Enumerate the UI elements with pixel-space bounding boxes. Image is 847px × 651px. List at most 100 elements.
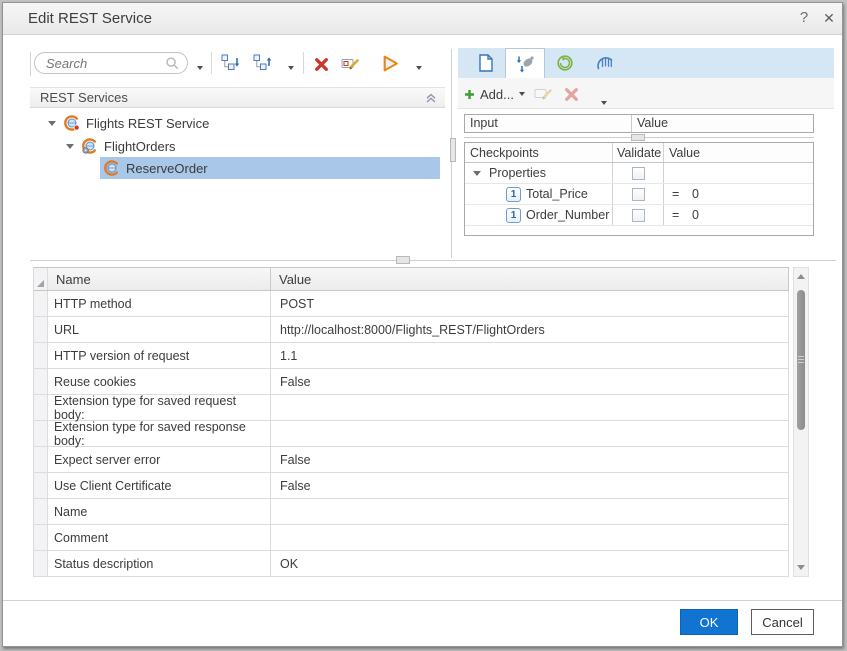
expander-icon[interactable] [473,171,481,176]
double-chevron-up-icon[interactable] [425,92,437,104]
delete-checkpoint-button[interactable] [564,87,579,107]
property-name: Name [48,499,271,524]
property-value[interactable]: False [271,473,789,498]
property-value[interactable]: False [271,369,789,394]
property-value[interactable]: OK [271,551,789,576]
toolbar-overflow-icon[interactable] [601,101,607,105]
property-value[interactable] [271,525,789,550]
property-value[interactable] [271,499,789,524]
value-column-header[interactable]: Value [271,268,789,290]
input-value-column-header[interactable]: Value [632,115,813,132]
property-name: HTTP version of request [48,343,271,368]
play-triangle-icon [381,54,400,73]
help-icon[interactable]: ? [794,3,814,33]
input-checkpoints-splitter-grip[interactable] [631,134,645,141]
ok-button[interactable]: OK [680,609,738,635]
close-icon[interactable]: ✕ [818,3,840,33]
tab-document[interactable] [466,48,505,78]
cancel-button[interactable]: Cancel [751,609,814,635]
property-row-ext-response-body: Extension type for saved response body: [34,421,789,447]
row-selector[interactable] [34,395,48,420]
tab-checkpoints[interactable] [505,48,545,78]
property-row-url: URL http://localhost:8000/Flights_REST/F… [34,317,789,343]
validate-checkbox[interactable] [632,209,645,222]
scroll-up-icon[interactable] [797,274,805,279]
rename-pencil-icon [341,56,360,73]
scrollbar-thumb[interactable] [797,290,805,430]
validate-checkbox[interactable] [632,167,645,180]
checkpoint-group-row[interactable]: Properties [465,163,813,184]
property-value[interactable] [271,421,789,446]
scroll-down-icon[interactable] [797,565,805,570]
run-button[interactable] [381,54,400,78]
tree-item-label: Flights REST Service [86,116,209,131]
name-column-header[interactable]: Name [48,268,271,290]
row-selector[interactable] [34,291,48,316]
checkpoints-column-header[interactable]: Checkpoints [465,143,613,162]
property-value[interactable]: 1.1 [271,343,789,368]
value-column-header[interactable]: Value [664,143,813,162]
add-button[interactable]: Add... [464,84,525,104]
collapse-all-icon [253,54,272,72]
checkpoints-table: Checkpoints Validate Value Properties 1 … [464,142,814,236]
checkpoint-operator: = [664,187,692,201]
checkpoint-value[interactable]: 0 [692,187,699,201]
tree-item-flights-rest-service[interactable]: Flights REST Service [48,112,209,134]
tree-item-flightorders[interactable]: FlightOrders [66,135,176,157]
row-selector[interactable] [34,317,48,342]
expander-icon[interactable] [48,121,56,126]
screenshot-stage: Edit REST Service ? ✕ [0,0,847,651]
checkpoints-icon [515,55,535,73]
checkpoint-label: Total_Price [526,187,588,201]
expand-all-button[interactable] [221,54,240,77]
vertical-splitter-grip[interactable] [450,138,456,162]
tree-item-reserveorder[interactable]: ReserveOrder [104,157,208,179]
toolbar-separator [303,52,304,74]
add-button-label: Add... [480,87,514,102]
input-column-header[interactable]: Input [465,115,632,132]
row-selector[interactable] [34,369,48,394]
row-selector[interactable] [34,499,48,524]
collapse-all-button[interactable] [253,54,272,77]
rename-button[interactable] [341,56,360,78]
rename-checkpoint-button[interactable] [534,86,553,108]
property-value[interactable]: http://localhost:8000/Flights_REST/Fligh… [271,317,789,342]
checkpoint-value[interactable]: 0 [692,208,699,222]
validate-column-header[interactable]: Validate [613,143,664,162]
run-dropdown-icon[interactable] [416,66,422,70]
validate-checkbox[interactable] [632,188,645,201]
search-input[interactable] [46,54,158,72]
checkpoint-operator: = [664,208,692,222]
expander-icon[interactable] [66,144,74,149]
property-name: HTTP method [48,291,271,316]
vertical-scrollbar[interactable] [793,267,809,577]
row-selector[interactable] [34,447,48,472]
row-selector[interactable] [34,525,48,550]
properties-table: Name Value HTTP method POST URL http://l… [33,267,789,577]
checkpoint-row-order-number[interactable]: 1 Order_Number = 0 [465,205,813,226]
toolbar-grip [30,52,31,76]
number-type-icon: 1 [506,208,521,223]
green-plus-icon [464,89,475,100]
tab-http[interactable] [585,48,625,78]
horizontal-splitter [30,260,836,261]
row-selector-gutter[interactable] [34,268,48,290]
red-x-icon [564,87,579,102]
checkpoint-row-total-price[interactable]: 1 Total_Price = 0 [465,184,813,205]
tree-tools-dropdown-icon[interactable] [288,66,294,70]
property-value[interactable]: POST [271,291,789,316]
dialog-titlebar: Edit REST Service ? ✕ [3,3,842,35]
delete-button[interactable] [314,57,329,77]
tree-item-label: FlightOrders [104,139,176,154]
row-selector[interactable] [34,343,48,368]
rest-service-icon [64,115,80,131]
horizontal-splitter-grip[interactable] [396,256,410,264]
property-value[interactable] [271,395,789,420]
row-selector[interactable] [34,551,48,576]
search-dropdown-icon[interactable] [197,66,203,70]
checkpoint-group-label: Properties [489,166,546,180]
tab-events[interactable] [545,48,585,78]
row-selector[interactable] [34,473,48,498]
property-value[interactable]: False [271,447,789,472]
row-selector[interactable] [34,421,48,446]
